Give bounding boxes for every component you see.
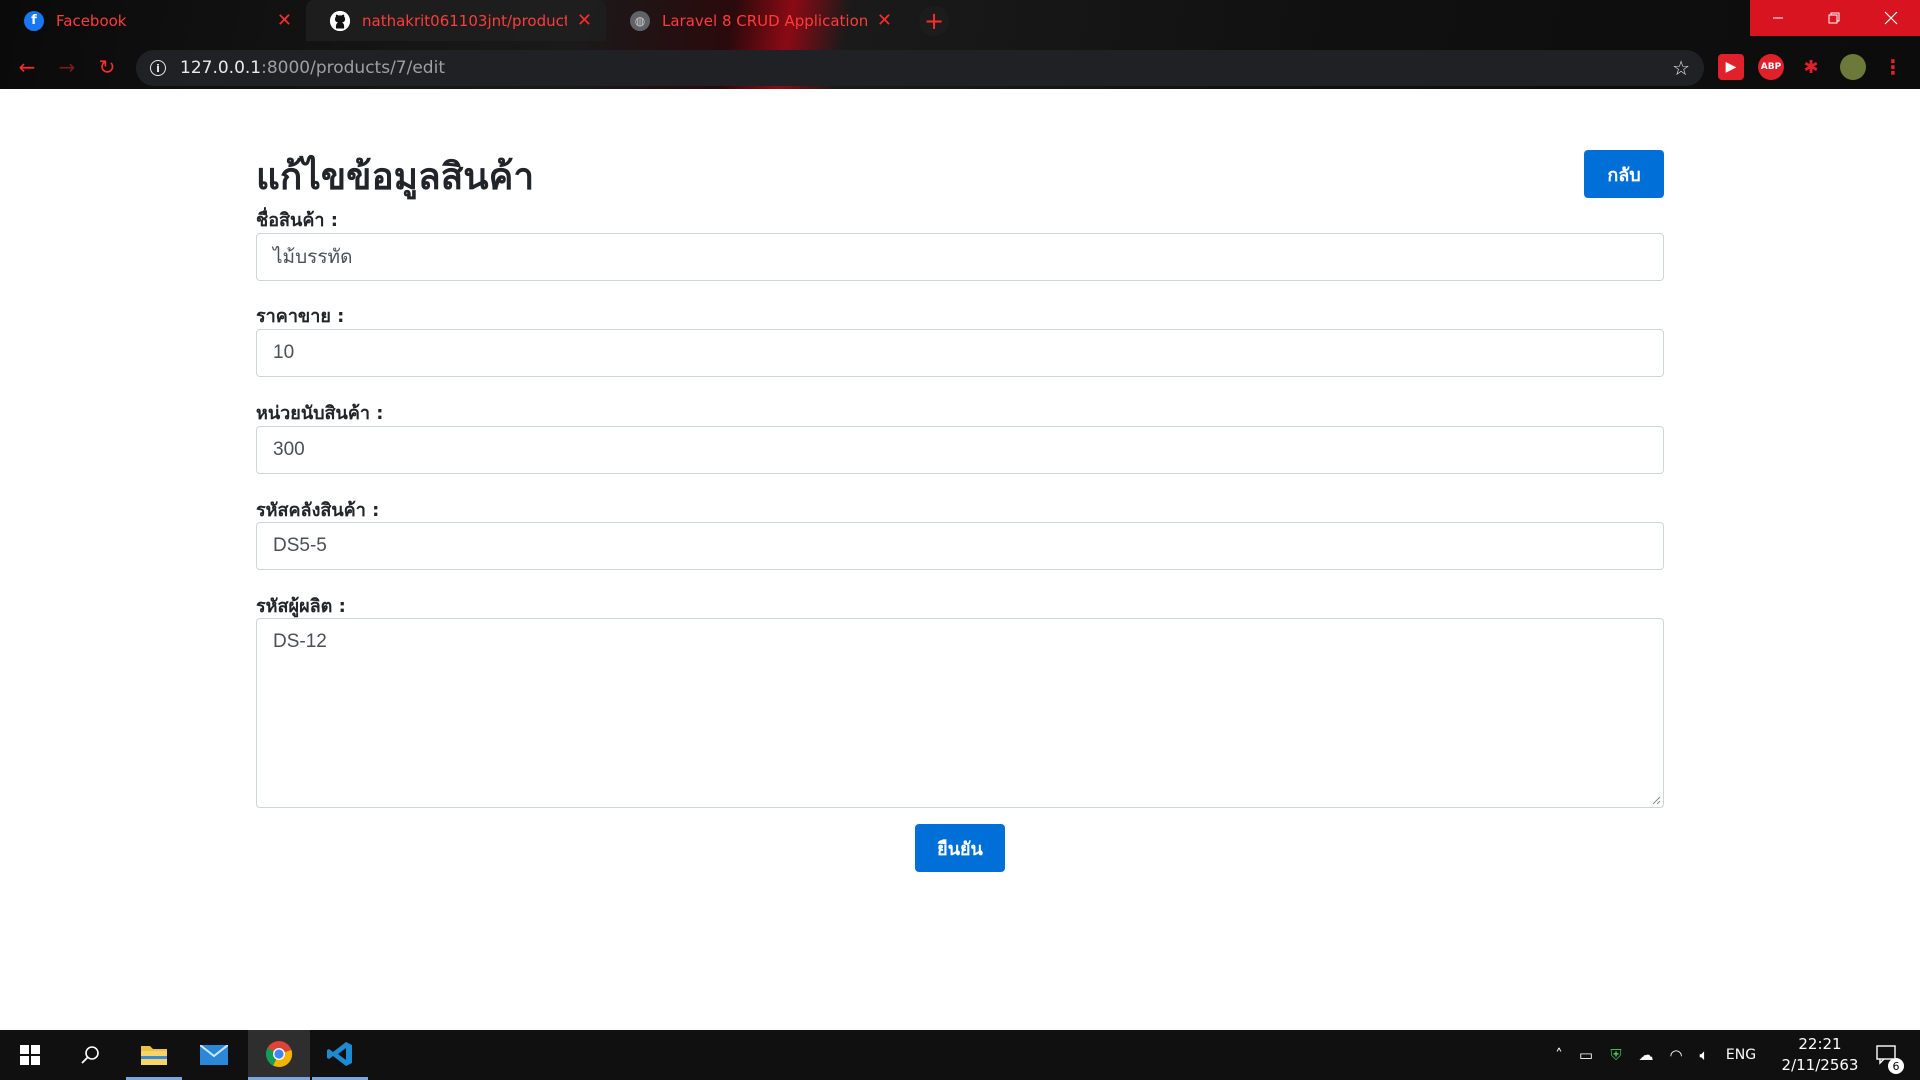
tab-title: Laravel 8 CRUD Application - ItS bbox=[662, 11, 867, 30]
back-arrow-icon[interactable]: ← bbox=[12, 52, 42, 82]
tab-title: Facebook bbox=[56, 11, 127, 30]
page-content: แก้ไขข้อมูลสินค้า กลับ ชื่อสินค้า : ไม้บ… bbox=[0, 89, 1920, 1030]
forward-arrow-icon[interactable]: → bbox=[52, 52, 82, 82]
system-tray: ˄ ▭ ⛨ ☁ ◠ 🔈︎ ENG bbox=[1548, 1030, 1764, 1080]
page-title: แก้ไขข้อมูลสินค้า bbox=[256, 155, 535, 198]
profile-avatar[interactable] bbox=[1840, 54, 1866, 80]
restore-icon bbox=[1828, 12, 1840, 24]
restore-button[interactable] bbox=[1806, 0, 1862, 36]
battery-icon[interactable]: ▭ bbox=[1570, 1046, 1602, 1064]
submit-button[interactable]: ยืนยัน bbox=[915, 824, 1005, 872]
clock-date: 2/11/2563 bbox=[1781, 1056, 1859, 1074]
volume-icon[interactable]: 🔈︎ bbox=[1690, 1046, 1718, 1064]
price-label: ราคาขาย : bbox=[256, 306, 345, 327]
unit-count-label: หน่วยนับสินค้า : bbox=[256, 403, 384, 424]
price-input[interactable]: 10 bbox=[256, 329, 1664, 377]
language-indicator[interactable]: ENG bbox=[1718, 1047, 1764, 1063]
tab-facebook[interactable]: f Facebook ✕ bbox=[0, 0, 306, 41]
unit-count-input[interactable]: 300 bbox=[256, 426, 1664, 474]
tab-strip: f Facebook ✕ nathakrit061103jnt/products… bbox=[0, 0, 1920, 41]
tab-laravel-crud[interactable]: ◍ Laravel 8 CRUD Application - ItS ✕ bbox=[606, 0, 906, 41]
close-icon[interactable]: ✕ bbox=[877, 10, 892, 31]
wifi-icon[interactable]: ◠ bbox=[1662, 1046, 1690, 1064]
kebab-menu-icon[interactable]: ⋮ bbox=[1880, 54, 1906, 80]
clock-time: 22:21 bbox=[1798, 1035, 1842, 1053]
clock[interactable]: 22:21 2/11/2563 bbox=[1780, 1034, 1860, 1076]
chrome-taskbar-button[interactable] bbox=[248, 1030, 310, 1080]
back-button[interactable]: กลับ bbox=[1584, 150, 1664, 198]
manufacturer-code-textarea[interactable]: DS-12 bbox=[256, 618, 1664, 808]
chevron-up-icon[interactable]: ˄ bbox=[1548, 1046, 1570, 1064]
manufacturer-code-label: รหัสผู้ผลิต : bbox=[256, 596, 346, 617]
facebook-icon: f bbox=[24, 10, 44, 31]
minimize-button[interactable] bbox=[1750, 0, 1806, 36]
search-button[interactable] bbox=[62, 1030, 118, 1080]
warehouse-code-label: รหัสคลังสินค้า : bbox=[256, 500, 380, 521]
manufacturer-code-value: DS-12 bbox=[273, 631, 327, 652]
adblock-plus-icon[interactable]: ABP bbox=[1758, 54, 1784, 80]
vscode-icon bbox=[327, 1041, 352, 1066]
file-explorer-button[interactable] bbox=[126, 1030, 182, 1080]
browser-toolbar: ← → ↻ i 127.0.0.1:8000/products/7/edit ☆… bbox=[0, 46, 1920, 89]
notification-count-badge: 6 bbox=[1888, 1058, 1904, 1074]
close-icon[interactable]: ✕ bbox=[577, 10, 592, 31]
url-host: 127.0.0.1 bbox=[180, 58, 262, 78]
close-window-icon bbox=[1884, 11, 1898, 25]
onedrive-cloud-icon[interactable]: ☁ bbox=[1630, 1046, 1662, 1064]
mail-icon bbox=[200, 1045, 228, 1065]
resize-handle-icon[interactable] bbox=[1651, 795, 1661, 805]
product-name-label: ชื่อสินค้า : bbox=[256, 210, 338, 231]
product-name-input[interactable]: ไม้บรรทัด bbox=[256, 233, 1664, 281]
chrome-icon bbox=[266, 1040, 293, 1067]
action-center-button[interactable]: 6 bbox=[1862, 1030, 1912, 1080]
tab-github[interactable]: nathakrit061103jnt/products_lara ✕ bbox=[306, 0, 606, 41]
close-icon[interactable]: ✕ bbox=[277, 10, 292, 31]
vscode-button[interactable] bbox=[312, 1030, 368, 1080]
globe-icon: ◍ bbox=[630, 10, 650, 31]
browser-chrome: f Facebook ✕ nathakrit061103jnt/products… bbox=[0, 0, 1920, 89]
start-button[interactable] bbox=[2, 1030, 58, 1080]
folder-icon bbox=[141, 1045, 167, 1065]
windows-logo-icon bbox=[20, 1045, 40, 1065]
bookmark-star-icon[interactable]: ☆ bbox=[1672, 56, 1690, 80]
reload-icon[interactable]: ↻ bbox=[92, 52, 122, 82]
puzzle-extension-icon[interactable]: ✱ bbox=[1798, 54, 1824, 80]
minimize-icon bbox=[1773, 17, 1783, 19]
search-icon bbox=[81, 1046, 99, 1064]
close-window-button[interactable] bbox=[1862, 0, 1920, 36]
taskbar: ˄ ▭ ⛨ ☁ ◠ 🔈︎ ENG 22:21 2/11/2563 6 bbox=[0, 1030, 1920, 1080]
mail-button[interactable] bbox=[186, 1030, 242, 1080]
github-icon bbox=[330, 10, 350, 31]
tab-title: nathakrit061103jnt/products_lara bbox=[362, 11, 567, 30]
address-bar[interactable]: i 127.0.0.1:8000/products/7/edit ☆ bbox=[136, 50, 1704, 86]
site-info-icon[interactable]: i bbox=[150, 60, 166, 76]
url-path: :8000/products/7/edit bbox=[261, 58, 445, 78]
new-tab-button[interactable]: + bbox=[919, 6, 949, 36]
warehouse-code-input[interactable]: DS5-5 bbox=[256, 522, 1664, 570]
defender-shield-icon[interactable]: ⛨ bbox=[1602, 1046, 1630, 1064]
youtube-extension-icon[interactable]: ▶ bbox=[1718, 54, 1744, 80]
